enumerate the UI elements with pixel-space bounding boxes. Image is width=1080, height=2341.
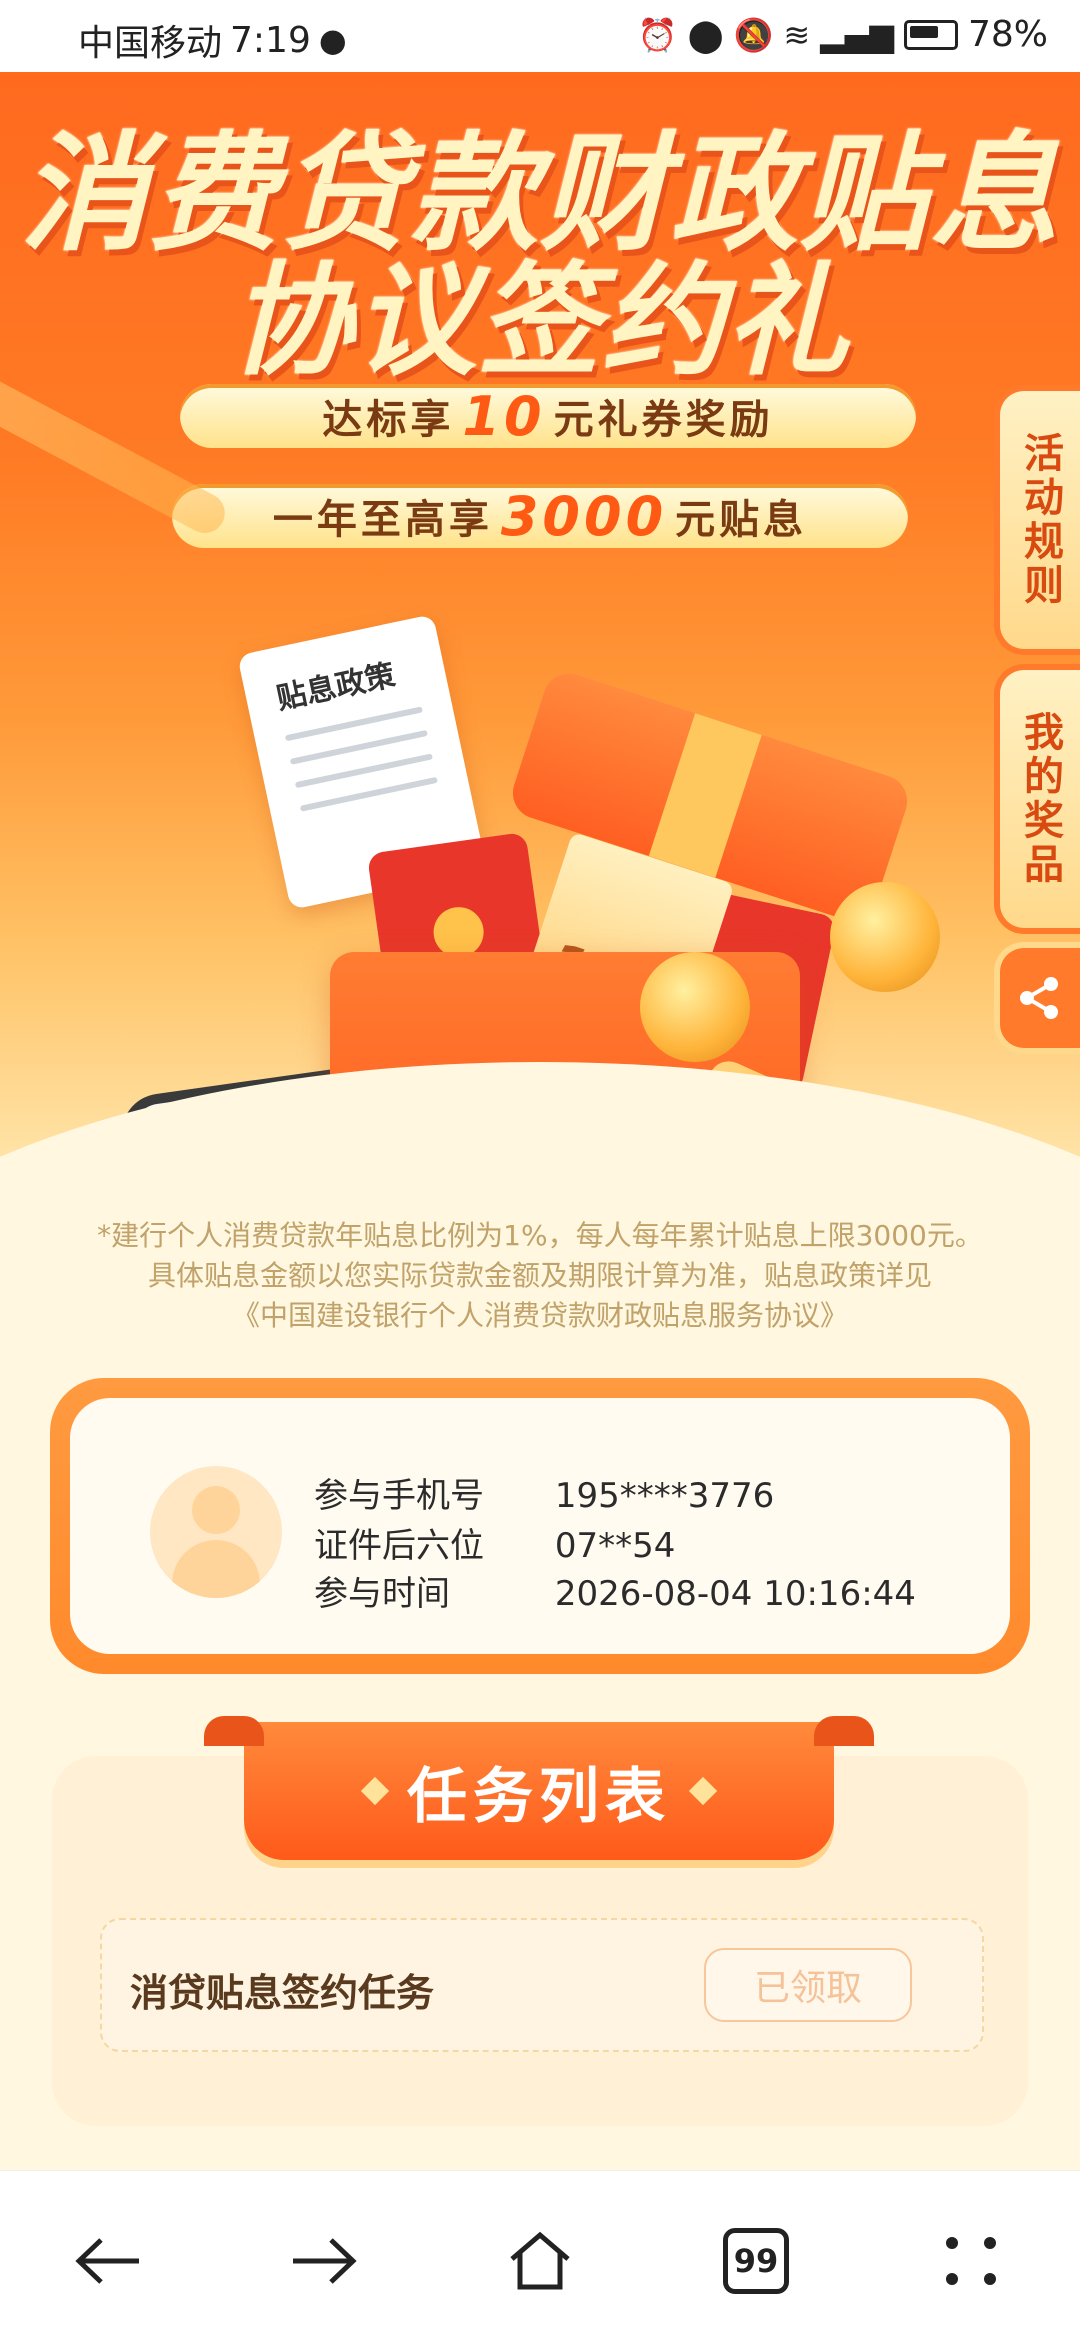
- 4g-signal-icon: ▂▄▆: [820, 15, 894, 54]
- tabs-button[interactable]: 99: [706, 2211, 806, 2311]
- status-right: ⏰ ⬤ 🔕 ≋ ▂▄▆ 78%: [638, 14, 1048, 55]
- location-icon: ⬤: [687, 15, 724, 54]
- wifi-icon: ≋: [783, 15, 811, 54]
- forward-button[interactable]: [274, 2211, 374, 2311]
- info-label: 参与手机号: [314, 1476, 484, 1516]
- participant-info-inner: 参与手机号 195****3776 证件后六位 07**54 参与时间 2026…: [70, 1398, 1010, 1654]
- back-button[interactable]: [58, 2211, 158, 2311]
- reward-pill: 达标享 10 元礼券奖励: [180, 384, 916, 448]
- home-button[interactable]: [490, 2211, 590, 2311]
- hero-bottom-arc: [0, 1062, 1080, 1162]
- battery-icon: [903, 19, 958, 50]
- activity-rules-tab[interactable]: 活动规则: [994, 385, 1080, 655]
- tab-count: 99: [723, 2228, 789, 2294]
- share-icon: [1020, 977, 1058, 1019]
- browser-bottom-nav: 99: [0, 2170, 1080, 2341]
- subsidy-pill-number: 3000: [500, 484, 668, 548]
- status-time: 7:19: [230, 19, 311, 61]
- coin-icon: [640, 952, 750, 1062]
- reward-pill-number: 10: [462, 384, 546, 448]
- mute-icon: 🔕: [733, 15, 774, 54]
- task-item: 消贷贴息签约任务 已领取: [100, 1918, 984, 2052]
- task-list-title: 任务列表: [407, 1761, 671, 1832]
- share-button[interactable]: [994, 942, 1080, 1054]
- info-row-id: 证件后六位 07**54: [314, 1518, 675, 1567]
- agreement-link[interactable]: 《中国建设银行个人消费贷款财政贴息服务协议》: [60, 1296, 1020, 1336]
- message-icon: ●: [318, 21, 347, 59]
- info-label: 证件后六位: [314, 1526, 484, 1566]
- home-icon: [510, 2231, 570, 2290]
- diamond-icon: [688, 1776, 718, 1806]
- subsidy-disclaimer: *建行个人消费贷款年贴息比例为1%，每人每年累计贴息上限3000元。 具体贴息金…: [60, 1216, 1020, 1336]
- task-list-header: 任务列表: [204, 1716, 874, 1860]
- alarm-icon: ⏰: [637, 15, 678, 54]
- forward-arrow-icon: [293, 2238, 357, 2284]
- disclaimer-line: 具体贴息金额以您实际贷款金额及期限计算为准，贴息政策详见: [147, 1259, 932, 1292]
- task-claimed-button[interactable]: 已领取: [704, 1948, 912, 2022]
- info-value: 07**54: [554, 1526, 676, 1566]
- info-value: 2026-08-04 10:16:44: [554, 1574, 916, 1614]
- more-menu-button[interactable]: [922, 2211, 1022, 2311]
- diamond-icon: [360, 1776, 390, 1806]
- reward-pill-suffix: 元礼券奖励: [553, 397, 774, 443]
- my-prizes-label: 我的奖品: [1017, 711, 1063, 887]
- hero-title-line2: 协议签约礼: [230, 250, 850, 392]
- disclaimer-line: *建行个人消费贷款年贴息比例为1%，每人每年累计贴息上限3000元。: [97, 1219, 983, 1252]
- back-arrow-icon: [75, 2238, 139, 2284]
- more-dots-icon: [946, 2237, 998, 2285]
- battery-percent: 78%: [967, 14, 1048, 55]
- subsidy-pill-prefix: 一年至高享: [272, 497, 493, 543]
- subsidy-pill-suffix: 元贴息: [675, 497, 808, 543]
- info-value: 195****3776: [554, 1476, 775, 1516]
- task-label: 消贷贴息签约任务: [130, 1971, 435, 2015]
- info-label: 参与时间: [314, 1574, 450, 1614]
- my-prizes-tab[interactable]: 我的奖品: [994, 664, 1080, 934]
- participant-info-card: 参与手机号 195****3776 证件后六位 07**54 参与时间 2026…: [50, 1378, 1030, 1674]
- hero-banner: 消费贷款财政贴息 协议签约礼 达标享 10 元礼券奖励 一年至高享 3000 元…: [0, 72, 1080, 1162]
- activity-rules-label: 活动规则: [1017, 432, 1063, 608]
- coin-icon: [830, 882, 940, 992]
- subsidy-pill: 一年至高享 3000 元贴息: [172, 484, 908, 548]
- avatar: [150, 1466, 282, 1598]
- info-row-phone: 参与手机号 195****3776: [314, 1468, 774, 1517]
- status-bar: 中国移动 7:19 ● ⏰ ⬤ 🔕 ≋ ▂▄▆ 78%: [0, 0, 1080, 72]
- status-left: 中国移动 7:19 ●: [78, 14, 347, 66]
- reward-pill-prefix: 达标享: [322, 397, 455, 443]
- info-row-time: 参与时间 2026-08-04 10:16:44: [314, 1566, 916, 1615]
- carrier-name: 中国移动: [78, 23, 223, 64]
